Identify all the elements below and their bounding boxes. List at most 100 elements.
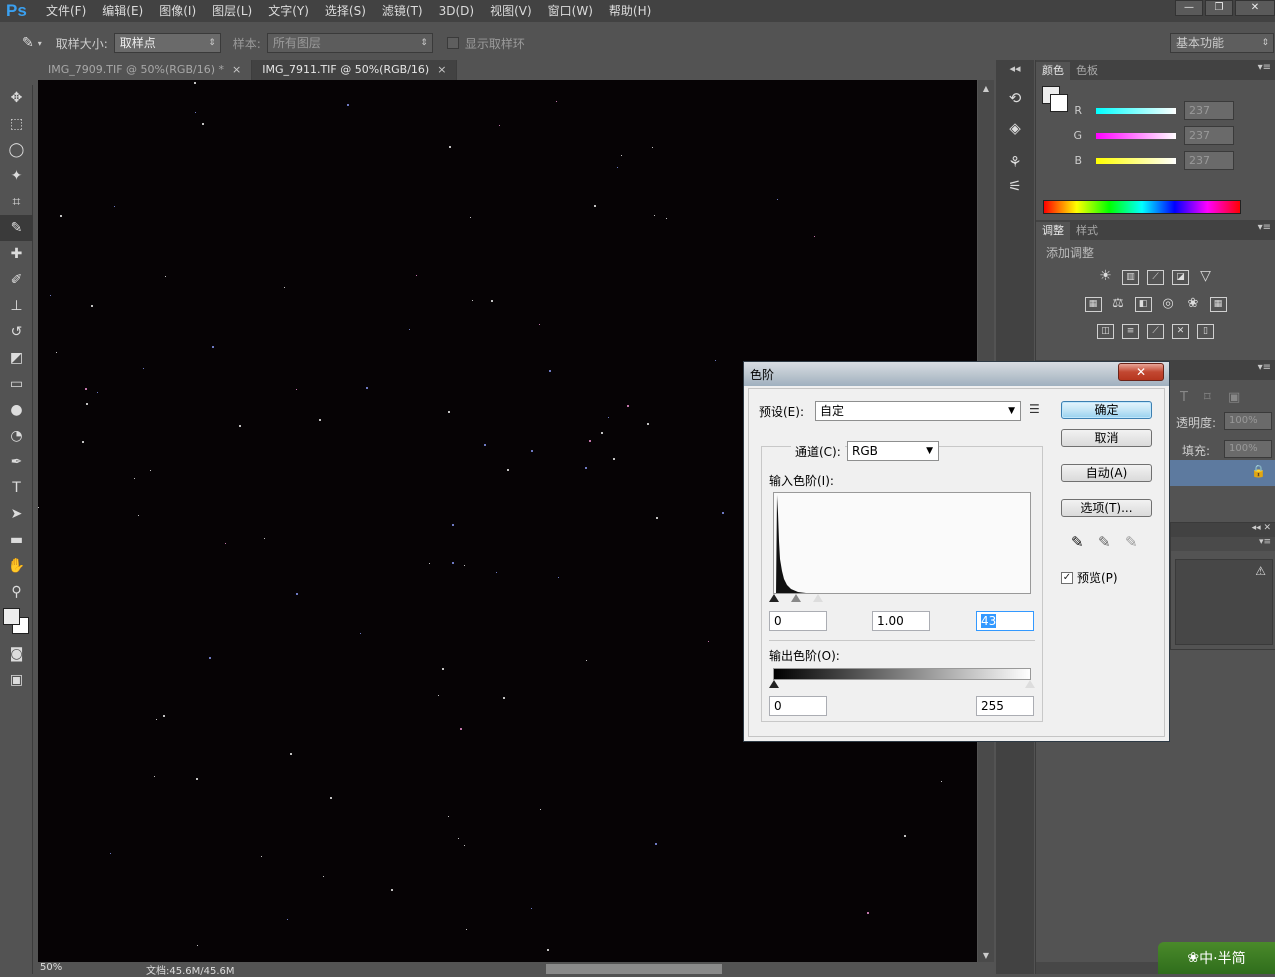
- black-white-icon[interactable]: ◧: [1135, 297, 1152, 312]
- input-black-slider[interactable]: [769, 594, 779, 602]
- brightness-icon[interactable]: ☀: [1097, 270, 1114, 285]
- tool-preset-dropdown-icon[interactable]: ▾: [38, 39, 42, 48]
- vibrance-icon[interactable]: ▽: [1197, 270, 1214, 285]
- blue-value[interactable]: 237: [1184, 151, 1234, 170]
- marquee-tool-icon[interactable]: ⬚: [0, 111, 33, 137]
- properties-panel-icon[interactable]: ⚟: [996, 177, 1034, 195]
- menu-image[interactable]: 图像(I): [151, 0, 204, 22]
- brush-tool-icon[interactable]: ✐: [0, 267, 33, 293]
- red-slider[interactable]: [1096, 108, 1176, 114]
- quick-mask-icon[interactable]: ◙: [0, 641, 33, 667]
- panel-menu-icon[interactable]: ▾≡: [1258, 222, 1271, 233]
- foreground-color-swatch[interactable]: [3, 608, 20, 625]
- close-tab-icon[interactable]: ×: [437, 63, 446, 76]
- gradient-map-icon[interactable]: ▯: [1197, 324, 1214, 339]
- output-white-slider[interactable]: [1025, 680, 1035, 688]
- sample-size-select[interactable]: 取样点⇕: [114, 33, 221, 53]
- tab-swatches[interactable]: 色板: [1070, 62, 1104, 80]
- panel-menu-icon[interactable]: ▾≡: [1258, 62, 1271, 73]
- white-point-eyedropper-icon[interactable]: ✎: [1125, 533, 1138, 551]
- levels-dialog-titlebar[interactable]: 色阶 ✕: [744, 362, 1169, 386]
- 3d-panel-icon[interactable]: ◈: [996, 119, 1034, 137]
- gray-point-eyedropper-icon[interactable]: ✎: [1098, 533, 1111, 551]
- menu-type[interactable]: 文字(Y): [260, 0, 317, 22]
- zoom-level[interactable]: 50%: [40, 962, 62, 973]
- tab-img-7911[interactable]: IMG_7911.TIF @ 50%(RGB/16)×: [252, 60, 457, 80]
- posterize-icon[interactable]: ≡: [1122, 324, 1139, 339]
- scroll-up-icon[interactable]: ▲: [978, 84, 994, 93]
- menu-view[interactable]: 视图(V): [482, 0, 540, 22]
- warning-icon[interactable]: ⚠: [1255, 564, 1266, 578]
- collapse-dock-icon[interactable]: ◂◂: [996, 62, 1034, 75]
- quick-select-tool-icon[interactable]: ✦: [0, 163, 33, 189]
- levels-icon[interactable]: ▥: [1122, 270, 1139, 285]
- green-slider[interactable]: [1096, 133, 1176, 139]
- menu-select[interactable]: 选择(S): [317, 0, 374, 22]
- rectangle-tool-icon[interactable]: ▬: [0, 527, 33, 553]
- menu-3d[interactable]: 3D(D): [431, 0, 482, 22]
- lasso-tool-icon[interactable]: ◯: [0, 137, 33, 163]
- menu-filter[interactable]: 滤镜(T): [374, 0, 431, 22]
- input-black-field[interactable]: 0: [769, 611, 827, 631]
- horizontal-scroll-thumb[interactable]: [546, 964, 722, 974]
- color-spectrum-bar[interactable]: [1043, 200, 1241, 214]
- gradient-tool-icon[interactable]: ▭: [0, 371, 33, 397]
- menu-file[interactable]: 文件(F): [38, 0, 94, 22]
- hue-saturation-icon[interactable]: ▦: [1085, 297, 1102, 312]
- input-white-field[interactable]: 43: [976, 611, 1034, 631]
- photo-filter-icon[interactable]: ◎: [1160, 297, 1177, 312]
- hand-tool-icon[interactable]: ✋: [0, 553, 33, 579]
- workspace-select[interactable]: 基本功能⇕: [1170, 33, 1274, 53]
- tab-styles[interactable]: 样式: [1070, 222, 1104, 240]
- channel-select[interactable]: RGB▼: [847, 441, 939, 461]
- input-gamma-slider[interactable]: [791, 594, 801, 602]
- cancel-button[interactable]: 取消: [1061, 429, 1152, 447]
- output-black-slider[interactable]: [769, 680, 779, 688]
- menu-help[interactable]: 帮助(H): [601, 0, 659, 22]
- ok-button[interactable]: 确定: [1061, 401, 1152, 419]
- input-white-slider[interactable]: [813, 594, 823, 602]
- restore-button[interactable]: ❐: [1205, 0, 1233, 16]
- move-tool-icon[interactable]: ✥: [0, 85, 33, 111]
- exposure-icon[interactable]: ◪: [1172, 270, 1189, 285]
- close-tab-icon[interactable]: ×: [232, 63, 241, 76]
- smart-filter-icon[interactable]: ▣: [1228, 390, 1240, 405]
- opacity-field[interactable]: 100%: [1224, 412, 1272, 430]
- screen-mode-icon[interactable]: ▣: [0, 667, 33, 693]
- tab-img-7909[interactable]: IMG_7909.TIF @ 50%(RGB/16) *×: [38, 60, 252, 80]
- preview-option[interactable]: ✓ 预览(P): [1061, 569, 1118, 586]
- dialog-close-button[interactable]: ✕: [1118, 363, 1164, 381]
- color-balance-icon[interactable]: ⚖: [1110, 297, 1127, 312]
- selective-color-icon[interactable]: ✕: [1172, 324, 1189, 339]
- preset-options-icon[interactable]: ☰: [1029, 402, 1040, 416]
- dodge-tool-icon[interactable]: ◔: [0, 423, 33, 449]
- zoom-tool-icon[interactable]: ⚲: [0, 579, 33, 605]
- path-select-tool-icon[interactable]: ➤: [0, 501, 33, 527]
- menu-edit[interactable]: 编辑(E): [94, 0, 151, 22]
- crop-tool-icon[interactable]: ⌗: [0, 189, 33, 215]
- blur-tool-icon[interactable]: ●: [0, 397, 33, 423]
- panel-menu-icon[interactable]: ▾≡: [1258, 362, 1271, 373]
- color-swatches[interactable]: [0, 605, 32, 641]
- output-white-field[interactable]: 255: [976, 696, 1034, 716]
- type-tool-icon[interactable]: T: [0, 475, 33, 501]
- preview-checkbox[interactable]: ✓: [1061, 572, 1073, 584]
- green-value[interactable]: 237: [1184, 126, 1234, 145]
- eyedropper-icon[interactable]: ✎: [22, 35, 34, 51]
- preset-select[interactable]: 自定▼: [815, 401, 1021, 421]
- shape-filter-icon[interactable]: ⌑: [1204, 390, 1211, 405]
- history-brush-tool-icon[interactable]: ↺: [0, 319, 33, 345]
- options-button[interactable]: 选项(T)...: [1061, 499, 1152, 517]
- output-black-field[interactable]: 0: [769, 696, 827, 716]
- red-value[interactable]: 237: [1184, 101, 1234, 120]
- curves-icon[interactable]: ⟋: [1147, 270, 1164, 285]
- panel-menu-icon[interactable]: ▾≡: [1171, 537, 1275, 551]
- show-ring-option[interactable]: 显示取样环: [447, 35, 525, 52]
- text-filter-icon[interactable]: T: [1180, 390, 1188, 405]
- brush-presets-icon[interactable]: ⚘: [996, 153, 1034, 171]
- show-ring-checkbox[interactable]: [447, 37, 459, 49]
- eraser-tool-icon[interactable]: ◩: [0, 345, 33, 371]
- tab-color[interactable]: 颜色: [1036, 62, 1070, 80]
- menu-layer[interactable]: 图层(L): [204, 0, 260, 22]
- color-lookup-icon[interactable]: ▦: [1210, 297, 1227, 312]
